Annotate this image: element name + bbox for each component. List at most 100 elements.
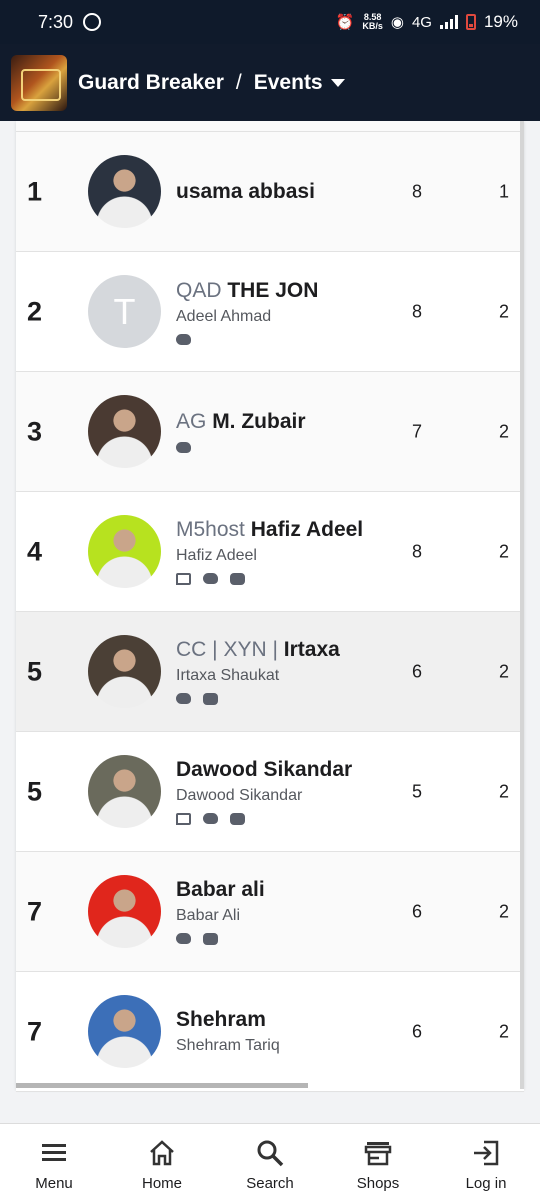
- nav-menu[interactable]: Menu: [0, 1124, 108, 1200]
- player-name[interactable]: QAD THE JON: [176, 279, 396, 303]
- discord-icon[interactable]: [203, 693, 218, 705]
- chevron-down-icon[interactable]: [330, 78, 345, 87]
- app-header: Guard Breaker / Events: [0, 44, 540, 121]
- social-links: [176, 933, 396, 945]
- stat-primary: 7: [412, 421, 423, 441]
- player-avatar[interactable]: [88, 395, 161, 468]
- app-name[interactable]: Guard Breaker: [78, 71, 224, 95]
- stat-primary: 6: [412, 661, 423, 681]
- nav-search[interactable]: Search: [216, 1124, 324, 1200]
- hotspot-icon: ◉: [390, 14, 404, 31]
- discord-icon[interactable]: [230, 813, 245, 825]
- discord-icon[interactable]: [230, 573, 245, 585]
- real-name: Babar Ali: [176, 907, 241, 924]
- login-icon: [474, 1140, 499, 1166]
- stat-secondary: 1: [499, 181, 510, 201]
- stat-secondary: 2: [499, 901, 510, 921]
- player-name[interactable]: AG M. Zubair: [176, 410, 396, 434]
- stat-secondary: 2: [499, 1021, 510, 1041]
- nav-shops[interactable]: Shops: [324, 1124, 432, 1200]
- horizontal-scrollbar[interactable]: [16, 1083, 308, 1088]
- table-row[interactable]: 7 Shehram Shehram Tariq 6 2: [16, 972, 524, 1092]
- table-row[interactable]: 5 CC | XYN | Irtaxa Irtaxa Shaukat 6 2: [16, 612, 524, 732]
- twitter-icon[interactable]: [176, 333, 191, 345]
- player-name[interactable]: CC | XYN | Irtaxa: [176, 638, 396, 662]
- table-row[interactable]: 3 AG M. Zubair 7 2: [16, 372, 524, 492]
- leaderboard-rows: 1 usama abbasi 8 1 2 T QAD THE JON Adeel Ahmad 8…: [16, 132, 524, 1092]
- table-row[interactable]: 2 T QAD THE JON Adeel Ahmad 8 2: [16, 252, 524, 372]
- nav-login[interactable]: Log in: [432, 1124, 540, 1200]
- nav-login-label: Log in: [465, 1175, 507, 1192]
- nav-search-label: Search: [246, 1175, 294, 1192]
- net-speed-unit: KB/s: [362, 21, 383, 31]
- real-name: Adeel Ahmad: [176, 307, 272, 325]
- real-name: Dawood Sikandar: [176, 787, 303, 804]
- player-avatar[interactable]: [88, 755, 161, 828]
- stat-primary: 8: [412, 301, 423, 321]
- player-name[interactable]: M5host Hafiz Adeel: [176, 518, 396, 542]
- twitter-icon[interactable]: [203, 813, 218, 824]
- table-row[interactable]: 1 usama abbasi 8 1: [16, 132, 524, 252]
- player-info: Babar ali Babar Ali: [176, 852, 396, 971]
- player-avatar[interactable]: [88, 635, 161, 708]
- twitter-icon[interactable]: [176, 442, 191, 453]
- section-dropdown[interactable]: Events: [254, 71, 323, 95]
- player-info: Shehram Shehram Tariq: [176, 972, 396, 1091]
- stat-primary: 6: [412, 1021, 423, 1041]
- twitter-icon[interactable]: [203, 573, 218, 584]
- guard-breaker-logo[interactable]: [11, 54, 67, 111]
- player-name[interactable]: usama abbasi: [176, 180, 396, 204]
- team-prefix: QAD: [176, 278, 222, 302]
- gamer-tag: M. Zubair: [212, 410, 306, 433]
- real-name: Hafiz Adeel: [176, 547, 257, 564]
- signal-icon: [439, 15, 458, 29]
- twitch-icon[interactable]: [176, 813, 191, 825]
- rank-number: 7: [27, 1016, 43, 1046]
- stat-primary: 8: [412, 541, 423, 561]
- twitter-icon[interactable]: [176, 933, 191, 944]
- player-name[interactable]: Shehram: [176, 1008, 396, 1032]
- gamer-tag: Shehram: [176, 1008, 266, 1031]
- player-name[interactable]: Dawood Sikandar: [176, 758, 396, 782]
- social-links: [176, 693, 396, 705]
- player-avatar[interactable]: [88, 995, 161, 1068]
- player-info: QAD THE JON Adeel Ahmad: [176, 252, 396, 371]
- whatsapp-icon: [83, 13, 102, 31]
- content-area: 1 usama abbasi 8 1 2 T QAD THE JON Adeel Ahmad 8…: [0, 121, 540, 1123]
- table-row[interactable]: 5 Dawood Sikandar Dawood Sikandar 5 2: [16, 732, 524, 852]
- nav-home-label: Home: [141, 1175, 182, 1192]
- player-avatar[interactable]: [88, 515, 161, 588]
- player-avatar[interactable]: T: [88, 275, 161, 348]
- stat-secondary: 2: [499, 781, 510, 801]
- stat-secondary: 2: [499, 421, 510, 441]
- player-info: Dawood Sikandar Dawood Sikandar: [176, 732, 396, 851]
- player-avatar[interactable]: [88, 155, 161, 228]
- player-avatar[interactable]: [88, 875, 161, 948]
- gamer-tag: Babar ali: [176, 878, 265, 901]
- alarm-icon: ⏰: [335, 14, 355, 31]
- gamer-tag: THE JON: [227, 278, 319, 302]
- twitch-icon[interactable]: [176, 573, 191, 585]
- home-icon: [150, 1140, 174, 1166]
- stat-secondary: 2: [499, 661, 510, 681]
- vertical-scrollbar[interactable]: [520, 121, 524, 1089]
- table-row[interactable]: 7 Babar ali Babar Ali 6 2: [16, 852, 524, 972]
- stat-primary: 6: [412, 901, 423, 921]
- leaderboard-table: 1 usama abbasi 8 1 2 T QAD THE JON Adeel Ahmad 8…: [16, 121, 524, 1092]
- nav-home[interactable]: Home: [108, 1124, 216, 1200]
- rank-number: 2: [27, 296, 43, 326]
- stat-secondary: 2: [499, 301, 510, 321]
- real-name: Shehram Tariq: [176, 1037, 280, 1054]
- social-links: [176, 442, 396, 453]
- twitter-icon[interactable]: [176, 693, 191, 704]
- table-row[interactable]: 4 M5host Hafiz Adeel Hafiz Adeel 8 2: [16, 492, 524, 612]
- network-type: 4G: [411, 13, 432, 31]
- social-links: [176, 813, 396, 825]
- player-name[interactable]: Babar ali: [176, 878, 396, 902]
- gamer-tag: Hafiz Adeel: [250, 518, 364, 541]
- breadcrumb-separator: /: [235, 70, 242, 94]
- social-links: [176, 573, 396, 585]
- discord-icon[interactable]: [203, 933, 218, 945]
- team-prefix: M5host: [176, 518, 245, 541]
- table-top-strip: [16, 121, 524, 132]
